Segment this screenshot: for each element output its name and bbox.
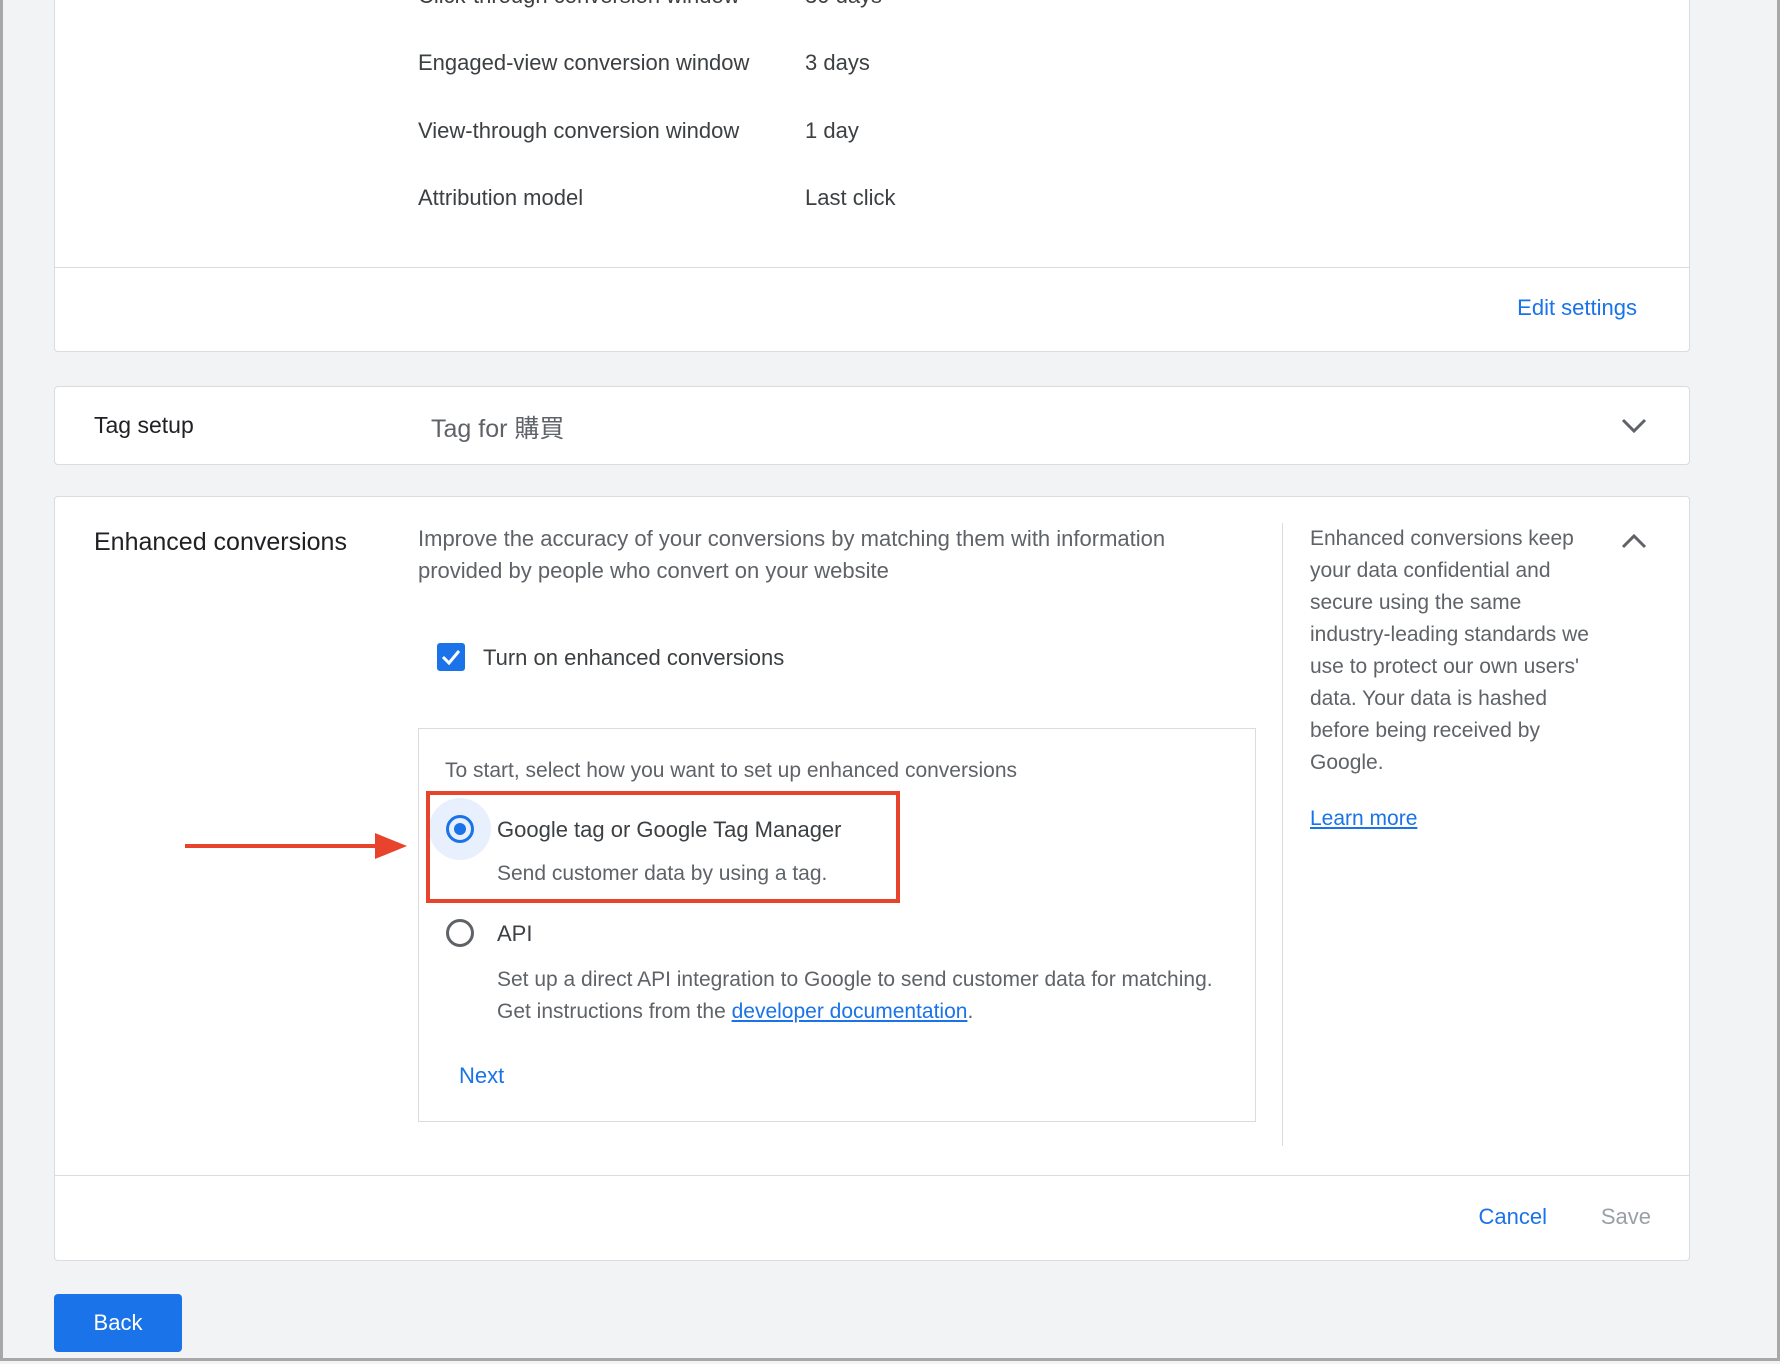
annotation-arrow-icon <box>185 833 407 859</box>
click-through-window-label: Click-through conversion window <box>418 0 740 9</box>
next-button[interactable]: Next <box>459 1063 504 1089</box>
edit-settings-button[interactable]: Edit settings <box>1517 295 1637 321</box>
tag-setup-value: Tag for 購買 <box>431 415 565 443</box>
back-button[interactable]: Back <box>54 1294 182 1352</box>
api-option-desc: Set up a direct API integration to Googl… <box>497 964 1217 1028</box>
attribution-model-value: Last click <box>805 185 896 210</box>
vertical-divider <box>1282 523 1283 1146</box>
card-divider <box>55 267 1689 268</box>
enhanced-conversions-description: Improve the accuracy of your conversions… <box>418 526 1166 583</box>
cancel-button[interactable]: Cancel <box>1479 1204 1547 1230</box>
api-option-desc-end: . <box>967 1000 974 1023</box>
setup-method-box: To start, select how you want to set up … <box>418 728 1256 1122</box>
engaged-view-window-label: Engaged-view conversion window <box>418 50 750 75</box>
view-through-window-value: 1 day <box>805 118 859 143</box>
view-through-window-label: View-through conversion window <box>418 118 740 143</box>
api-radio[interactable] <box>446 919 474 947</box>
tag-setup-title: Tag setup <box>94 412 194 438</box>
learn-more-link[interactable]: Learn more <box>1310 807 1417 831</box>
tag-setup-card[interactable]: Tag setup Tag for 購買 <box>54 386 1690 465</box>
save-button[interactable]: Save <box>1601 1204 1651 1230</box>
enhanced-conversions-title: Enhanced conversions <box>94 528 347 556</box>
card-divider <box>55 1175 1689 1176</box>
enhanced-conversions-card: Enhanced conversions Improve the accurac… <box>54 496 1690 1261</box>
enhanced-conversions-help-text: Enhanced conversions keep your data conf… <box>1310 527 1589 774</box>
api-option-title[interactable]: API <box>497 921 532 947</box>
attribution-model-label: Attribution model <box>418 185 584 210</box>
engaged-view-window-value: 3 days <box>805 50 870 75</box>
setup-method-prompt: To start, select how you want to set up … <box>445 759 1017 782</box>
annotation-highlight-box <box>426 791 900 903</box>
developer-documentation-link[interactable]: developer documentation <box>732 1000 968 1023</box>
conversion-settings-card: Click-through conversion window 30 days … <box>54 0 1690 352</box>
chevron-down-icon[interactable] <box>1621 414 1647 436</box>
checkmark-icon <box>441 650 461 666</box>
enhanced-conversions-checkbox-label[interactable]: Turn on enhanced conversions <box>483 645 784 671</box>
click-through-window-value: 30 days <box>805 0 882 9</box>
enhanced-conversions-checkbox[interactable] <box>437 643 465 671</box>
chevron-up-icon[interactable] <box>1621 531 1647 553</box>
